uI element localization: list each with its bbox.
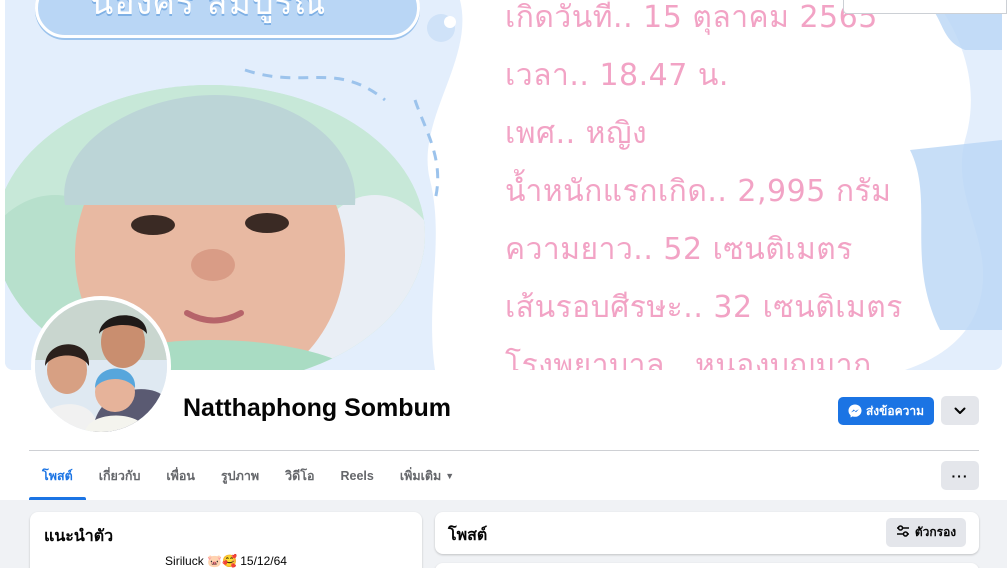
cover-info-line: เพศ.. หญิง <box>505 116 648 151</box>
cover-photo[interactable]: น้องศร สมบูรณ์ เกิดวันที่.. 15 ตุลาคม 25… <box>5 0 1002 370</box>
tab-reels[interactable]: Reels <box>327 452 386 500</box>
tab-more[interactable]: เพิ่มเติม ▼ <box>387 452 467 500</box>
cover-info-line: เส้นรอบศีรษะ.. 32 เซนติเมตร <box>505 290 903 325</box>
sliders-icon <box>896 525 910 540</box>
cover-birth-info: เกิดวันที่.. 15 ตุลาคม 2565 เวลา.. 18.47… <box>505 0 975 370</box>
profile-name: Natthaphong Sombum <box>183 394 452 422</box>
intro-card: แนะนำตัว Siriluck 🐷🥰 15/12/64 <box>30 512 422 568</box>
tab-label: วิดีโอ <box>285 469 315 483</box>
tab-label: เกี่ยวกับ <box>98 469 141 483</box>
tab-label: Reels <box>340 469 374 483</box>
send-message-label: ส่งข้อความ <box>865 403 924 418</box>
tab-photos[interactable]: รูปภาพ <box>208 452 272 500</box>
tab-label: เพื่อน <box>166 469 195 483</box>
cover-info-line: ความยาว.. 52 เซนติเมตร <box>505 232 853 267</box>
cover-info-line: น้ำหนักแรกเกิด.. 2,995 กรัม <box>505 174 892 209</box>
post-card-partial <box>435 563 979 568</box>
popup-edge <box>843 0 1007 14</box>
cover-title-text: น้องศร สมบูรณ์ <box>90 0 327 23</box>
caret-down-icon: ▼ <box>445 471 455 481</box>
tab-posts[interactable]: โพสต์ <box>29 452 86 500</box>
header-divider <box>29 450 979 451</box>
tab-label: โพสต์ <box>42 469 73 483</box>
profile-header: น้องศร สมบูรณ์ เกิดวันที่.. 15 ตุลาคม 25… <box>0 0 1007 500</box>
tab-label: รูปภาพ <box>220 469 260 483</box>
avatar-image <box>35 300 167 432</box>
messenger-icon <box>848 404 862 418</box>
posts-header-card: โพสต์ ตัวกรอง <box>435 512 979 554</box>
tab-friends[interactable]: เพื่อน <box>153 452 208 500</box>
send-message-button[interactable]: ส่งข้อความ <box>838 397 934 425</box>
cover-info-line: เกิดวันที่.. 15 ตุลาคม 2565 <box>505 0 878 35</box>
intro-bio: Siriluck 🐷🥰 15/12/64 <box>165 554 287 568</box>
chevron-down-icon <box>954 402 966 420</box>
profile-avatar[interactable] <box>31 296 171 436</box>
more-options-button[interactable]: ··· <box>941 461 979 490</box>
tab-about[interactable]: เกี่ยวกับ <box>86 452 154 500</box>
ellipsis-icon: ··· <box>951 467 969 484</box>
cover-title-pill: น้องศร สมบูรณ์ <box>35 0 420 38</box>
filter-button[interactable]: ตัวกรอง <box>886 518 966 547</box>
posts-title: โพสต์ <box>448 527 488 544</box>
cover-info-line: เวลา.. 18.47 น. <box>505 58 729 93</box>
profile-tab-bar: โพสต์ เกี่ยวกับ เพื่อน รูปภาพ วิดีโอ Ree… <box>29 452 467 500</box>
intro-title: แนะนำตัว <box>44 528 114 545</box>
profile-options-dropdown-button[interactable] <box>941 396 979 425</box>
cover-info-line: โรงพยาบาล.. หนองบุญมาก <box>505 348 872 370</box>
tab-label: เพิ่มเติม <box>399 469 442 483</box>
filter-label: ตัวกรอง <box>914 525 957 539</box>
tab-videos[interactable]: วิดีโอ <box>272 452 327 500</box>
